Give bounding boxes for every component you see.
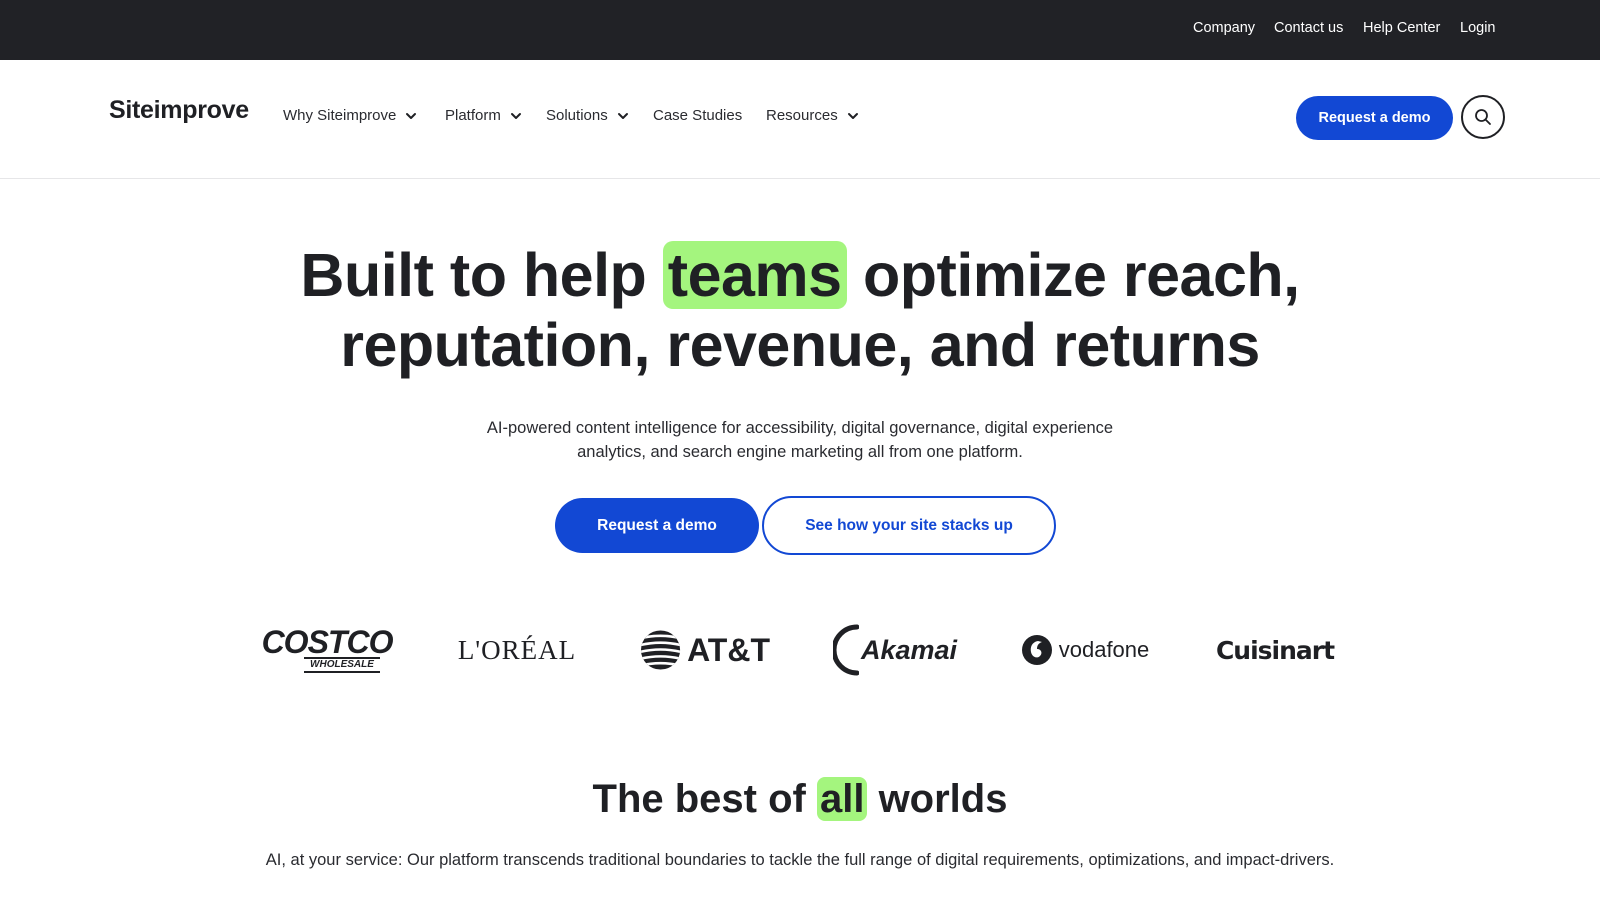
brand-logo[interactable]: Siteimprove — [109, 96, 249, 125]
costco-logo-subtext: WHOLESALE — [304, 657, 380, 673]
cuisinart-logo: Cuisinart — [1215, 635, 1335, 665]
akamai-logo-text: Akamai — [860, 634, 958, 665]
hero-headline-part: Built to help — [300, 241, 663, 309]
nav-item-label: Why Siteimprove — [283, 107, 397, 124]
chevron-down-icon — [617, 112, 628, 119]
nav-item-label: Case Studies — [653, 107, 743, 124]
section-headline-part: worlds — [867, 777, 1008, 821]
nav-request-demo-button[interactable]: Request a demo — [1296, 96, 1453, 140]
att-logo: AT&T — [640, 620, 770, 680]
hero-headline: Built to help teams optimize reach, repu… — [0, 240, 1600, 380]
section-subtitle: AI, at your service: Our platform transc… — [265, 851, 1335, 869]
nav-item-label: Solutions — [546, 107, 608, 124]
costco-logo: COSTCO WHOLESALE — [261, 620, 394, 680]
section-headline-highlight: all — [816, 777, 868, 821]
loreal-logo: L'ORÉAL — [457, 634, 577, 665]
vodafone-speechmark-icon — [1021, 635, 1052, 665]
hero-subtitle: AI-powered content intelligence for acce… — [486, 419, 1114, 461]
nav-item-case-studies[interactable]: Case Studies — [653, 107, 742, 124]
nav-item-label: Platform — [445, 107, 501, 124]
att-logo-text: AT&T — [687, 631, 770, 668]
search-button[interactable] — [1461, 95, 1505, 139]
topbar-link-login[interactable]: Login — [1460, 20, 1495, 36]
hero-request-demo-button[interactable]: Request a demo — [555, 498, 759, 553]
akamai-swoosh-icon — [832, 624, 859, 676]
topbar-link-company[interactable]: Company — [1193, 20, 1255, 36]
akamai-logo: Akamai — [830, 620, 960, 680]
nav-item-resources[interactable]: Resources — [766, 107, 860, 124]
topbar-link-contact[interactable]: Contact us — [1274, 20, 1343, 36]
main-navigation: Siteimprove Why Siteimprove Platform Sol… — [0, 60, 1600, 179]
nav-item-solutions[interactable]: Solutions — [546, 107, 630, 124]
chevron-down-icon — [847, 112, 858, 119]
vodafone-logo-text: vodafone — [1058, 637, 1150, 662]
section-headline: The best of all worlds — [0, 776, 1600, 822]
costco-logo-text: COSTCO — [261, 624, 394, 660]
utility-bar: Company Contact us Help Center Login — [0, 0, 1600, 60]
search-icon — [1475, 109, 1491, 125]
hero-headline-part: optimize reach, — [846, 241, 1300, 309]
nav-item-label: Resources — [766, 107, 838, 124]
nav-item-why-siteimprove[interactable]: Why Siteimprove — [283, 107, 418, 124]
att-globe-icon — [640, 630, 681, 670]
vodafone-logo: vodafone — [1020, 620, 1150, 680]
hero-headline-highlight: teams — [662, 241, 847, 309]
chevron-down-icon — [406, 112, 417, 119]
see-how-site-stacks-button[interactable]: See how your site stacks up — [762, 496, 1056, 555]
hero-headline-line2: reputation, revenue, and returns — [340, 311, 1260, 379]
chevron-down-icon — [510, 112, 521, 119]
section-headline-part: The best of — [592, 777, 817, 821]
topbar-link-help-center[interactable]: Help Center — [1363, 20, 1440, 36]
nav-item-platform[interactable]: Platform — [445, 107, 523, 124]
